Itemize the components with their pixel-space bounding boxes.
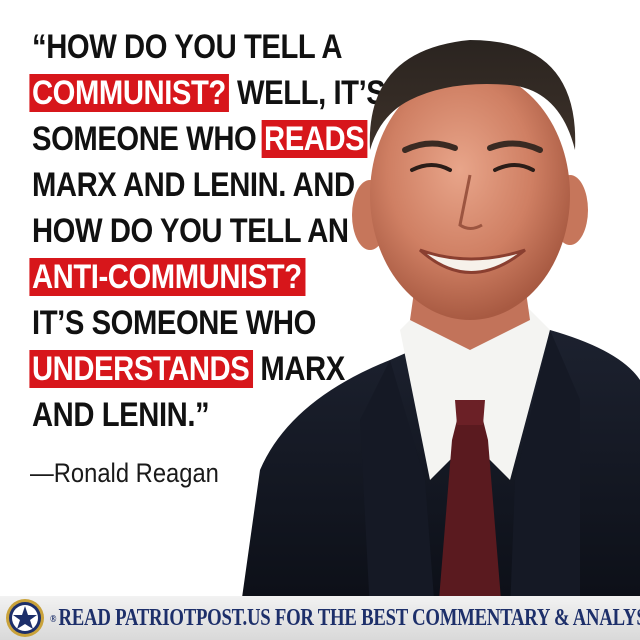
registered-mark: ® xyxy=(50,613,57,626)
quote-highlight: COMMUNIST? xyxy=(29,74,230,112)
patriot-post-star-badge-icon xyxy=(6,599,44,637)
quote-attribution: —Ronald Reagan xyxy=(30,458,219,488)
footer-link[interactable]: ®READ PATRIOTPOST.US FOR THE BEST COMMEN… xyxy=(50,605,640,632)
footer-banner: ®READ PATRIOTPOST.US FOR THE BEST COMMEN… xyxy=(0,596,640,640)
footer-link-label: READ PATRIOTPOST.US FOR THE BEST COMMENT… xyxy=(58,605,640,631)
portrait-image xyxy=(240,40,640,612)
